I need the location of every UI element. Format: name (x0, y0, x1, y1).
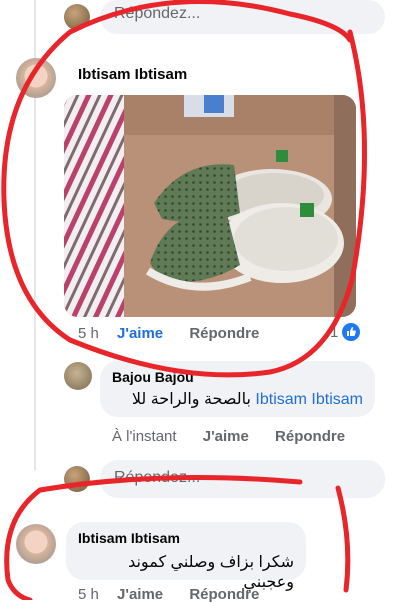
reply-bubble: Bajou Bajou بالصحة والراحة للا Ibtisam I… (100, 361, 375, 417)
reply-text: بالصحة والراحة للا (131, 391, 251, 408)
comment-author[interactable]: Ibtisam Ibtisam (78, 530, 294, 546)
reaction-count[interactable]: 1 (330, 323, 361, 341)
reply-button[interactable]: Répondre (189, 325, 259, 342)
clogs-photo (64, 95, 356, 317)
like-button[interactable]: J'aime (203, 428, 249, 445)
avatar[interactable] (64, 4, 90, 30)
reply-input-placeholder: Répondez... (114, 5, 201, 22)
comment-actions: 5 h J'aime Répondre (78, 586, 281, 603)
comment-time[interactable]: 5 h (78, 586, 99, 603)
reply-body: بالصحة والراحة للا Ibtisam Ibtisam (112, 389, 363, 409)
avatar[interactable] (64, 466, 90, 492)
reply-button[interactable]: Répondre (189, 586, 259, 603)
comment-author[interactable]: Ibtisam Ibtisam (78, 66, 187, 83)
like-button[interactable]: J'aime (117, 586, 163, 603)
reaction-count-label: 1 (330, 323, 339, 341)
thumbs-up-icon (342, 323, 361, 341)
reply-author[interactable]: Bajou Bajou (112, 369, 363, 385)
avatar[interactable] (16, 58, 56, 98)
like-button[interactable]: J'aime (117, 325, 163, 342)
thread-line-2 (34, 0, 36, 26)
reply-input[interactable]: Répondez... (100, 460, 385, 498)
comment-time[interactable]: 5 h (78, 325, 99, 342)
reply-input-placeholder: Répondez... (114, 469, 201, 486)
comment-photo[interactable] (64, 95, 356, 317)
reply-button[interactable]: Répondre (275, 428, 345, 445)
comment-actions: 5 h J'aime Répondre (78, 325, 281, 342)
reply-input[interactable]: Répondez... (100, 0, 385, 34)
avatar[interactable] (64, 362, 92, 390)
reply-time[interactable]: À l'instant (112, 428, 177, 445)
mention-link[interactable]: Ibtisam Ibtisam (255, 391, 363, 408)
reply-actions: À l'instant J'aime Répondre (112, 428, 367, 445)
avatar[interactable] (16, 524, 56, 564)
comment-bubble: Ibtisam Ibtisam شكرا بزاف وصلني كموند وع… (66, 522, 306, 591)
